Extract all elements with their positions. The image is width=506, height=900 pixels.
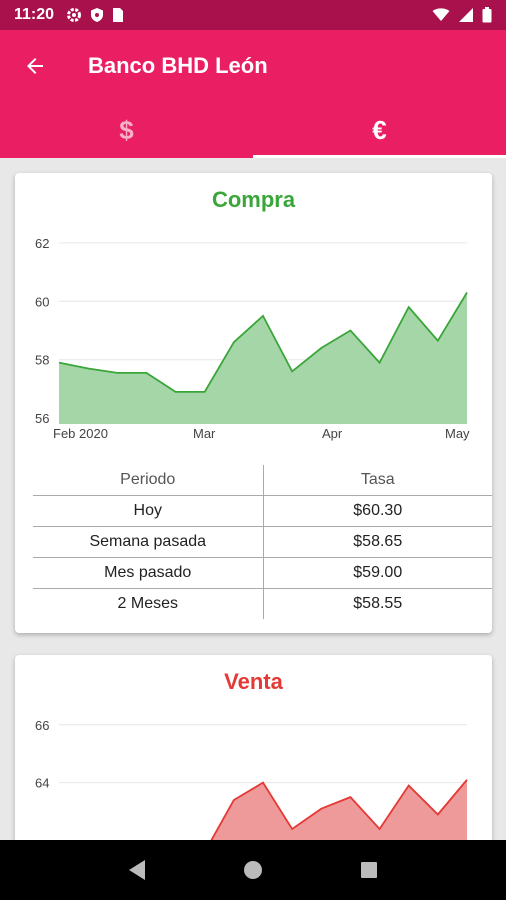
sim-card-icon <box>113 8 124 22</box>
signal-icon <box>459 8 473 22</box>
compra-rates-table: Periodo Tasa Hoy $60.30 Semana pasada $5… <box>33 465 492 619</box>
row-rate: $60.30 <box>263 494 492 526</box>
venta-y-tick-label: 64 <box>35 776 49 791</box>
status-bar: 11:20 <box>0 0 506 30</box>
back-button[interactable] <box>0 30 70 102</box>
tab-dollar[interactable]: $ <box>0 102 253 158</box>
wifi-icon <box>432 8 450 21</box>
back-triangle-icon[interactable] <box>127 859 147 881</box>
status-time: 11:20 <box>14 6 55 23</box>
table-row: Hoy $60.30 <box>33 494 492 526</box>
row-rate: $59.00 <box>263 556 492 588</box>
venta-card: Venta 64 66 <box>15 655 492 840</box>
recents-square-icon[interactable] <box>359 860 379 880</box>
table-row: 2 Meses $58.55 <box>33 587 492 619</box>
row-rate: $58.65 <box>263 525 492 557</box>
venta-chart: 64 66 <box>35 718 468 840</box>
arrow-back-icon <box>27 58 43 74</box>
currency-tabs: $ € <box>0 102 506 158</box>
compra-card: Compra 56 58 60 62 Feb 2020 Mar Apr May Periodo… <box>15 173 492 633</box>
content-scroll[interactable]: Compra 56 58 60 62 Feb 2020 Mar Apr May Periodo… <box>0 158 506 840</box>
table-header-row: Periodo Tasa <box>33 465 492 495</box>
header-periodo: Periodo <box>33 465 264 495</box>
compra-x-tick-label: Mar <box>193 426 216 441</box>
row-period: Semana pasada <box>33 525 264 557</box>
header-tasa: Tasa <box>360 470 395 488</box>
compra-x-tick-label: Apr <box>322 426 343 441</box>
gear-icon <box>67 8 82 22</box>
compra-x-tick-label: May <box>445 426 470 441</box>
row-rate: $58.55 <box>263 587 492 619</box>
compra-x-tick-label: Feb 2020 <box>53 426 108 441</box>
compra-y-tick-label: 62 <box>35 236 49 251</box>
row-period: 2 Meses <box>33 587 264 619</box>
table-row: Semana pasada $58.65 <box>33 525 492 557</box>
table-row: Mes pasado $59.00 <box>33 556 492 588</box>
battery-icon <box>482 7 492 23</box>
venta-title: Venta <box>224 669 283 694</box>
shield-icon <box>91 8 104 22</box>
system-nav-bar <box>0 840 506 900</box>
app-bar: Banco BHD León <box>0 30 506 102</box>
venta-y-tick-label: 66 <box>35 718 49 733</box>
row-period: Mes pasado <box>33 556 264 588</box>
app-title: Banco BHD León <box>88 53 268 78</box>
compra-title: Compra <box>211 187 296 212</box>
row-period: Hoy <box>33 494 264 526</box>
compra-y-tick-label: 56 <box>35 411 49 426</box>
tab-euro[interactable]: € <box>253 102 506 158</box>
home-circle-icon[interactable] <box>242 859 264 881</box>
compra-chart: 56 58 60 62 Feb 2020 Mar Apr May <box>35 236 470 441</box>
compra-y-tick-label: 60 <box>35 294 49 309</box>
compra-y-tick-label: 58 <box>35 353 49 368</box>
